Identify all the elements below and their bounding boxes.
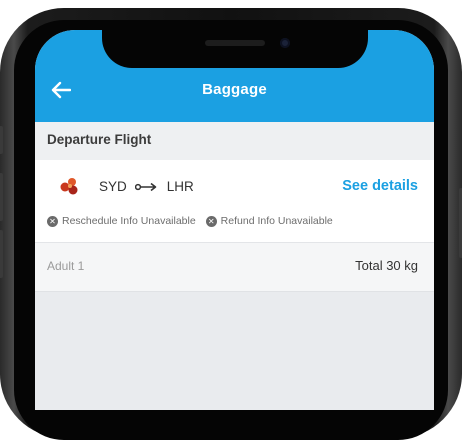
app-screen: Baggage Departure Flight SYD LHR See det… [35,30,434,410]
unavailable-icon: ✕ [205,215,217,227]
unavailable-icon: ✕ [47,215,58,227]
origin-code: SYD [99,179,127,194]
see-details-link[interactable]: See details [342,178,418,194]
route-arrow-icon [134,182,157,191]
phone-side-button [0,230,3,278]
section-header: Departure Flight [35,122,434,160]
passenger-baggage-row: Adult 1 Total 30 kg [35,243,434,292]
refund-info: ✕ Refund Info Unavailable [205,215,333,227]
baggage-total: Total 30 kg [355,258,418,273]
reschedule-info-text: Reschedule Info Unavailable [62,215,196,227]
page-title: Baggage [202,81,267,98]
content-background [35,292,434,410]
refund-info-text: Refund Info Unavailable [220,215,333,227]
airline-logo-icon [60,178,78,195]
front-camera [280,38,290,48]
speaker-grille [205,40,265,46]
destination-code: LHR [166,179,194,194]
phone-side-button [0,173,3,221]
phone-side-button [0,126,3,154]
flight-card: SYD LHR See details ✕ Reschedule Info Un… [35,160,434,242]
section-title: Departure Flight [47,132,152,147]
passenger-label: Adult 1 [47,259,85,273]
reschedule-info: ✕ Reschedule Info Unavailable [47,215,196,227]
flight-route: SYD LHR [99,179,194,194]
policy-info-row: ✕ Reschedule Info Unavailable ✕ Refund I… [47,215,333,227]
phone-notch [102,30,368,68]
